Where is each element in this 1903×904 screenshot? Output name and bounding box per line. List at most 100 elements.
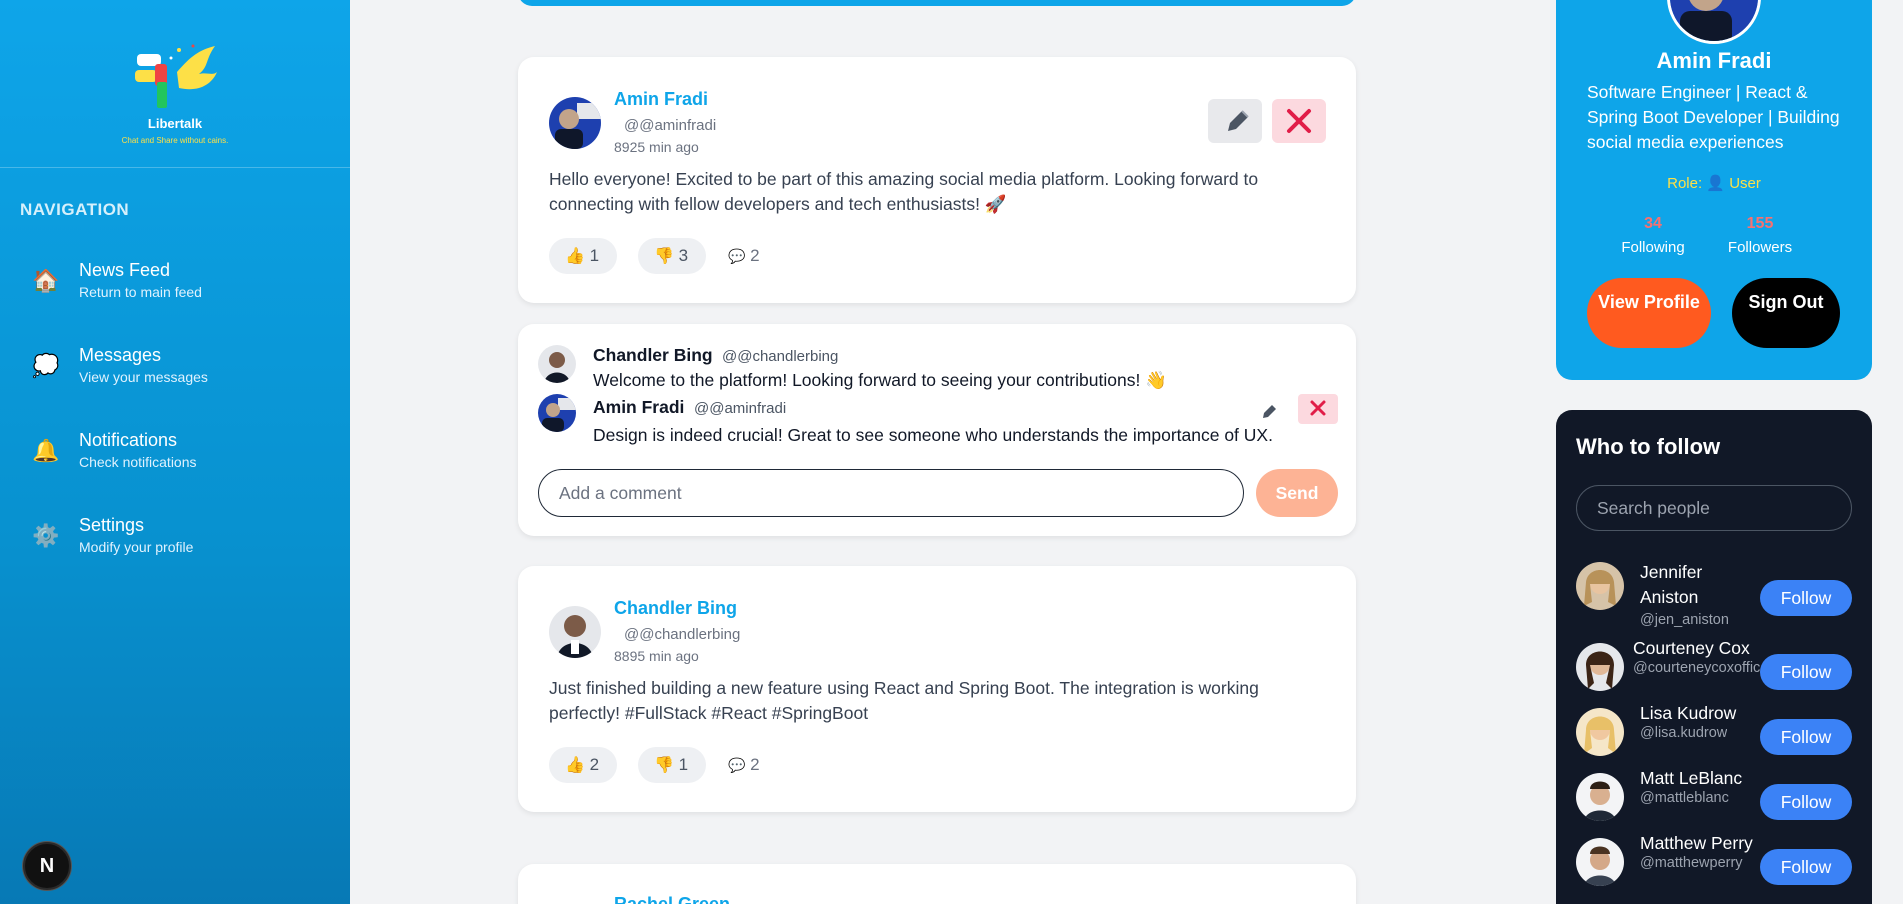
comment-text: Design is indeed crucial! Great to see s… (593, 425, 1273, 445)
person-handle: @courteneycoxofficial (1633, 660, 1760, 676)
edit-post-button[interactable] (1208, 99, 1262, 143)
thumbs-up-icon: 👍 (565, 248, 585, 265)
role-label: Role: (1667, 175, 1703, 192)
avatar[interactable] (1576, 838, 1624, 886)
avatar[interactable] (1576, 562, 1624, 610)
who-to-follow-title: Who to follow (1576, 434, 1721, 459)
sidebar-item-sublabel: Return to main feed (79, 284, 202, 300)
dislike-count: 3 (678, 246, 689, 265)
dev-badge[interactable]: N (23, 842, 71, 890)
list-item: Lisa Kudrow @lisa.kudrow Follow (1576, 701, 1852, 761)
edit-comment-button[interactable] (1254, 396, 1284, 426)
person-name[interactable]: Matthew Perry (1640, 831, 1753, 856)
followers-label: Followers (1727, 239, 1793, 256)
view-profile-button[interactable]: View Profile (1587, 278, 1711, 348)
dislike-count: 1 (678, 755, 689, 774)
post-author[interactable]: Amin Fradi (614, 89, 708, 110)
comment-author[interactable]: Chandler Bing (593, 345, 713, 366)
following-label: Following (1621, 239, 1685, 256)
person-handle: @matthewperry (1640, 855, 1743, 871)
profile-bio: Software Engineer | React & Spring Boot … (1587, 82, 1840, 152)
delete-post-button[interactable] (1272, 99, 1326, 143)
close-icon (1287, 109, 1311, 133)
pen-icon (1263, 405, 1276, 418)
app-name: Libertalk (147, 116, 203, 131)
thumbs-down-icon: 👎 (654, 757, 674, 774)
avatar[interactable] (1576, 643, 1624, 691)
dislike-button[interactable]: 👎 3 (638, 238, 706, 274)
sidebar-item-news-feed[interactable]: 🏠 News Feed Return to main feed (20, 252, 330, 312)
app-tagline: Chat and Share without cains. (121, 136, 229, 145)
like-button[interactable]: 👍 1 (549, 238, 617, 274)
person-handle: @lisa.kudrow (1640, 725, 1728, 741)
sidebar-item-label: Notifications (79, 430, 178, 450)
libertalk-logo-icon (135, 44, 217, 108)
sidebar-item-sublabel: Modify your profile (79, 539, 194, 555)
like-count: 1 (589, 246, 600, 265)
post-handle: @@aminfradi (624, 117, 717, 134)
profile-role: Role: 👤 User (1556, 174, 1872, 192)
follow-button[interactable]: Follow (1760, 580, 1852, 616)
comment-input[interactable] (538, 469, 1244, 517)
who-to-follow-card: Who to follow Jennifer Aniston @jen_anis… (1556, 410, 1872, 904)
comment-count: 2 (750, 755, 760, 774)
sign-out-button[interactable]: Sign Out (1732, 278, 1840, 348)
follow-button[interactable]: Follow (1760, 654, 1852, 690)
comment-bubble-icon: 💬 (728, 757, 746, 773)
post-time: 8895 min ago (614, 648, 699, 664)
sidebar-item-label: News Feed (79, 260, 171, 280)
composer-edge (518, 0, 1356, 6)
comments-toggle[interactable]: 💬 2 (728, 238, 760, 274)
like-button[interactable]: 👍 2 (549, 747, 617, 783)
comment-handle: @@aminfradi (694, 400, 787, 417)
person-handle: @mattleblanc (1640, 790, 1729, 806)
sidebar-item-settings[interactable]: ⚙️ Settings Modify your profile (20, 507, 330, 567)
delete-comment-button[interactable] (1298, 394, 1338, 424)
following-count[interactable]: 34 (1613, 215, 1693, 233)
list-item: Jennifer Aniston @jen_aniston Follow (1576, 552, 1852, 628)
list-item: Matt LeBlanc @mattleblanc Follow (1576, 766, 1852, 826)
comment-text: Welcome to the platform! Looking forward… (593, 370, 1167, 390)
post-time: 8925 min ago (614, 139, 699, 155)
send-comment-button[interactable]: Send (1256, 469, 1338, 517)
avatar[interactable] (538, 345, 576, 383)
post-card: Rachel Green (518, 864, 1356, 904)
sidebar-item-label: Settings (79, 515, 145, 535)
avatar[interactable] (1576, 773, 1624, 821)
person-name[interactable]: Matt LeBlanc (1640, 766, 1742, 791)
follow-button[interactable]: Follow (1760, 784, 1852, 820)
avatar[interactable] (549, 97, 601, 149)
followers-count[interactable]: 155 (1720, 215, 1800, 233)
thumbs-up-icon: 👍 (565, 757, 585, 774)
sidebar-item-sublabel: Check notifications (79, 454, 197, 470)
sidebar-item-notifications[interactable]: 🔔 Notifications Check notifications (20, 422, 330, 482)
follow-button[interactable]: Follow (1760, 719, 1852, 755)
follow-button[interactable]: Follow (1760, 849, 1852, 885)
person-name[interactable]: Courteney Cox (1633, 636, 1750, 661)
avatar[interactable] (538, 394, 576, 432)
sidebar-item-messages[interactable]: 💭 Messages View your messages (20, 337, 330, 397)
post-author[interactable]: Chandler Bing (614, 598, 737, 619)
profile-name: Amin Fradi (1656, 48, 1772, 73)
avatar[interactable] (549, 606, 601, 658)
search-people-input[interactable] (1576, 485, 1852, 531)
user-icon: 👤 (1706, 175, 1726, 192)
pen-icon (1228, 110, 1249, 131)
post-text: Just finished building a new feature usi… (549, 678, 1259, 723)
comment-count: 2 (750, 246, 760, 265)
comment-author[interactable]: Amin Fradi (593, 397, 684, 418)
speech-bubble-icon: 💭 (32, 353, 60, 378)
comment-bubble-icon: 💬 (728, 248, 746, 264)
post-handle: @@chandlerbing (624, 626, 741, 643)
person-name[interactable]: Jennifer Aniston (1640, 560, 1752, 610)
comments-panel: Chandler Bing @@chandlerbing Welcome to … (518, 324, 1356, 536)
avatar[interactable] (1576, 708, 1624, 756)
post-text: Hello everyone! Excited to be part of th… (549, 169, 1259, 214)
gear-icon: ⚙️ (32, 523, 60, 548)
dislike-button[interactable]: 👎 1 (638, 747, 706, 783)
comments-toggle[interactable]: 💬 2 (728, 747, 760, 783)
like-count: 2 (589, 755, 600, 774)
post-author[interactable]: Rachel Green (614, 894, 730, 904)
profile-avatar[interactable] (1667, 0, 1761, 44)
person-name[interactable]: Lisa Kudrow (1640, 701, 1736, 726)
